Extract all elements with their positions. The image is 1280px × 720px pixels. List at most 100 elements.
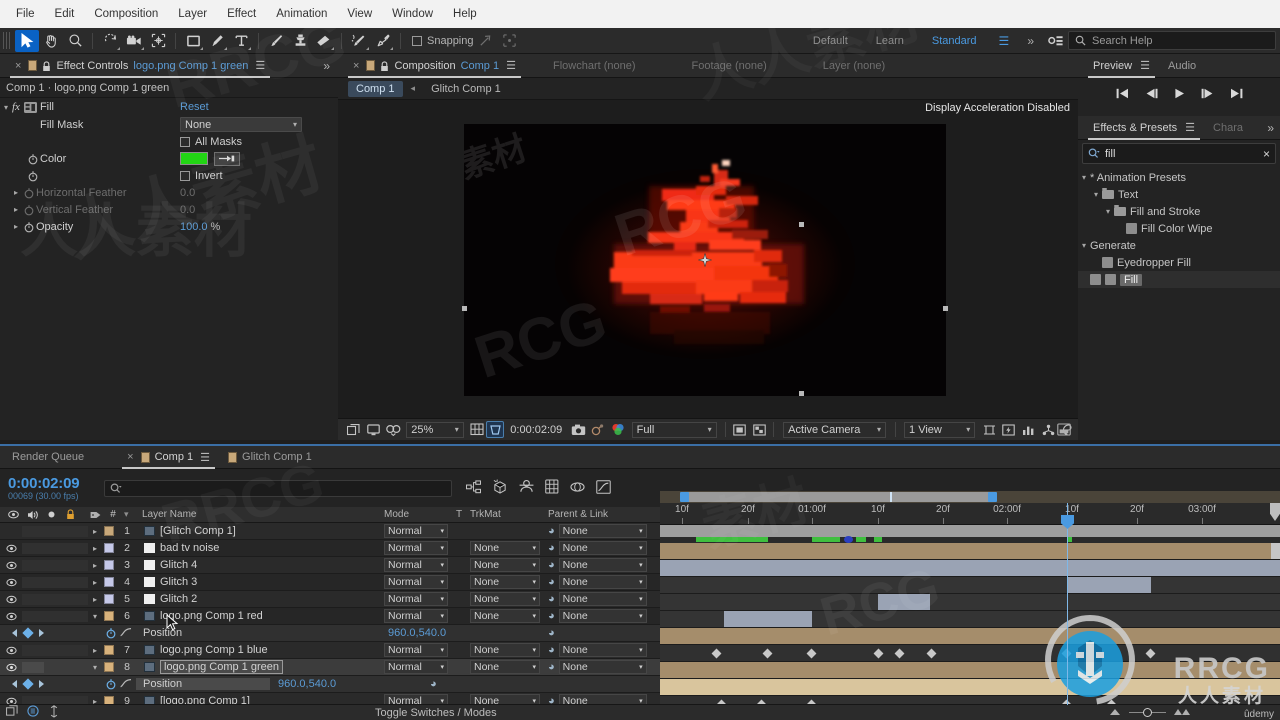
layer-bar-row-2[interactable] xyxy=(660,560,1280,577)
layer-name-cell-8[interactable]: logo.png Comp 1 green xyxy=(138,660,384,674)
column-header-trkmat[interactable]: TrkMat xyxy=(470,509,548,520)
table-row[interactable]: ▾ 6 logo.png Comp 1 red Normal ▾ None ▾ ◕ … xyxy=(0,608,660,625)
keyframe-marker[interactable] xyxy=(926,648,937,659)
effects-panel-menu-icon[interactable]: ☰ xyxy=(1185,121,1195,134)
search-help-field[interactable]: Search Help xyxy=(1068,31,1276,50)
solo-toggle-6[interactable] xyxy=(44,610,66,622)
keyframe-navigator-8[interactable] xyxy=(0,678,56,690)
property-all-masks[interactable]: All Masks xyxy=(0,133,338,150)
table-row[interactable]: ▸ 1 [Glitch Comp 1] Normal ▾ ◕ None ▾ xyxy=(0,523,660,540)
tab-glitch-comp-1[interactable]: Glitch Comp 1 xyxy=(219,445,321,469)
menu-item-file[interactable]: File xyxy=(6,4,45,24)
layer-mode-cell-2[interactable]: Normal ▾ xyxy=(384,541,456,555)
menu-item-view[interactable]: View xyxy=(337,4,382,24)
property-row-position-6[interactable]: Position 960.0,540.0 ◕ xyxy=(0,625,660,642)
fast-previews-icon[interactable] xyxy=(384,421,404,439)
parent-pickwhip-icon-7[interactable]: ◕ xyxy=(548,644,555,656)
horizontal-feather-value[interactable]: 0.0 xyxy=(180,187,195,199)
channel-select-icon[interactable] xyxy=(608,421,628,439)
property-invert[interactable]: Invert xyxy=(0,167,338,184)
effects-search-field[interactable]: × xyxy=(1082,143,1276,164)
layer-parent-cell-6[interactable]: ◕ None ▾ xyxy=(548,609,660,623)
stopwatch-icon-position-6[interactable] xyxy=(56,627,120,639)
next-frame-button[interactable] xyxy=(1201,88,1214,99)
hand-tool[interactable] xyxy=(39,30,63,52)
chevron-down-icon-presets[interactable]: ▾ xyxy=(1078,173,1090,182)
close-icon[interactable]: × xyxy=(15,60,21,72)
keyframe-toggle-icon-6[interactable] xyxy=(22,627,34,639)
workspace-tab-learn[interactable]: Learn xyxy=(862,30,918,52)
lock-toggle-7[interactable] xyxy=(66,644,88,656)
work-area-bar[interactable] xyxy=(660,491,1280,503)
toggle-switches-modes-label[interactable]: Toggle Switches / Modes xyxy=(375,707,497,719)
tree-item-animation-presets[interactable]: ▾ * Animation Presets xyxy=(1078,169,1280,186)
enable-frame-blending-icon[interactable] xyxy=(545,479,559,497)
roto-brush-tool[interactable] xyxy=(347,30,371,52)
zoom-out-icon[interactable] xyxy=(1109,707,1121,719)
first-frame-button[interactable] xyxy=(1116,88,1129,99)
property-opacity[interactable]: ▸ Opacity 100.0 % xyxy=(0,218,338,235)
layer-mode-cell-4[interactable]: Normal ▾ xyxy=(384,575,456,589)
fast-preview-bolt-icon[interactable] xyxy=(999,421,1019,439)
timeline-panel-menu-icon[interactable]: ☰ xyxy=(200,451,210,464)
mode-select-2[interactable]: Normal ▾ xyxy=(384,541,448,555)
layer-label-color-8[interactable] xyxy=(102,662,116,672)
timeline-graph-icon[interactable] xyxy=(1019,421,1039,439)
prev-keyframe-icon-8[interactable] xyxy=(12,680,17,688)
layer-trkmat-cell-8[interactable]: None ▾ xyxy=(470,660,548,674)
video-toggle-8[interactable] xyxy=(0,663,22,672)
layer-bar-row-4[interactable] xyxy=(660,594,1280,611)
twirl-down-icon-layer-6[interactable]: ▾ xyxy=(88,612,102,621)
vertical-feather-value[interactable]: 0.0 xyxy=(180,204,195,216)
show-snapshot-icon[interactable] xyxy=(588,421,608,439)
property-row-position-8[interactable]: Position 960.0,540.0 ◕ xyxy=(0,676,660,693)
workspace-tab-default[interactable]: Default xyxy=(799,30,862,52)
property-pickwhip-icon-6[interactable]: ◕ xyxy=(548,627,555,639)
layer-trkmat-cell-6[interactable]: None ▾ xyxy=(470,609,548,623)
menu-item-window[interactable]: Window xyxy=(382,4,443,24)
layer-mode-cell-8[interactable]: Normal ▾ xyxy=(384,660,456,674)
anchor-point-tool[interactable] xyxy=(146,30,170,52)
keyframe-marker[interactable] xyxy=(806,648,817,659)
marker-dot[interactable] xyxy=(844,536,853,543)
layer-label-color-6[interactable] xyxy=(102,611,116,621)
property-value-position-8[interactable]: 960.0,540.0 xyxy=(270,678,430,690)
close-icon-comp[interactable]: × xyxy=(353,60,359,72)
video-toggle-6[interactable] xyxy=(0,612,22,621)
table-row[interactable]: ▸ 5 Glitch 2 Normal ▾ None ▾ ◕ None ▾ xyxy=(0,591,660,608)
layer-label-color-1[interactable] xyxy=(102,526,116,536)
eyedropper-icon[interactable] xyxy=(214,151,240,166)
timeline-search-field[interactable] xyxy=(104,479,452,497)
menu-item-composition[interactable]: Composition xyxy=(84,4,168,24)
workspace-menu-icon[interactable]: ☰ xyxy=(991,34,1018,48)
parent-select-8[interactable]: None ▾ xyxy=(558,660,647,674)
property-color[interactable]: Color xyxy=(0,150,338,167)
time-ruler[interactable]: 10f 20f 01:00f 10f 20f 02:00f 10f 20f 03… xyxy=(660,503,1280,525)
tab-character[interactable]: Chara xyxy=(1204,116,1252,140)
parent-pickwhip-icon-4[interactable]: ◕ xyxy=(548,576,555,588)
toolbar-grip[interactable] xyxy=(3,32,12,49)
selection-handle-ml[interactable] xyxy=(462,306,467,311)
layer-bar-6[interactable] xyxy=(660,628,1280,644)
opacity-value[interactable]: 100.0 xyxy=(180,221,208,233)
selection-tool[interactable] xyxy=(15,29,39,52)
layer-mode-cell-7[interactable]: Normal ▾ xyxy=(384,643,456,657)
mode-select-5[interactable]: Normal ▾ xyxy=(384,592,448,606)
table-row[interactable]: ▸ 7 logo.png Comp 1 blue Normal ▾ None ▾ ◕… xyxy=(0,642,660,659)
video-toggle-5[interactable] xyxy=(0,595,22,604)
column-header-number[interactable]: # xyxy=(102,509,124,520)
work-area-fill[interactable] xyxy=(684,492,992,502)
clone-stamp-tool[interactable] xyxy=(288,30,312,52)
last-frame-button[interactable] xyxy=(1230,88,1243,99)
parent-select-3[interactable]: None ▾ xyxy=(558,558,647,572)
layer-name-cell-3[interactable]: Glitch 4 xyxy=(138,559,384,571)
layer-marker-handle[interactable] xyxy=(1271,543,1280,559)
tree-item-text[interactable]: ▾ Text xyxy=(1078,186,1280,203)
layer-mode-cell-1[interactable]: Normal ▾ xyxy=(384,524,456,538)
layer-trkmat-cell-4[interactable]: None ▾ xyxy=(470,575,548,589)
preview-panel-menu-icon[interactable]: ☰ xyxy=(1140,59,1150,72)
parent-pickwhip-icon-2[interactable]: ◕ xyxy=(548,542,555,554)
lock-toggle-6[interactable] xyxy=(66,610,88,622)
twirl-right-icon-hfeather[interactable]: ▸ xyxy=(10,188,22,197)
reset-button[interactable]: Reset xyxy=(180,101,209,113)
